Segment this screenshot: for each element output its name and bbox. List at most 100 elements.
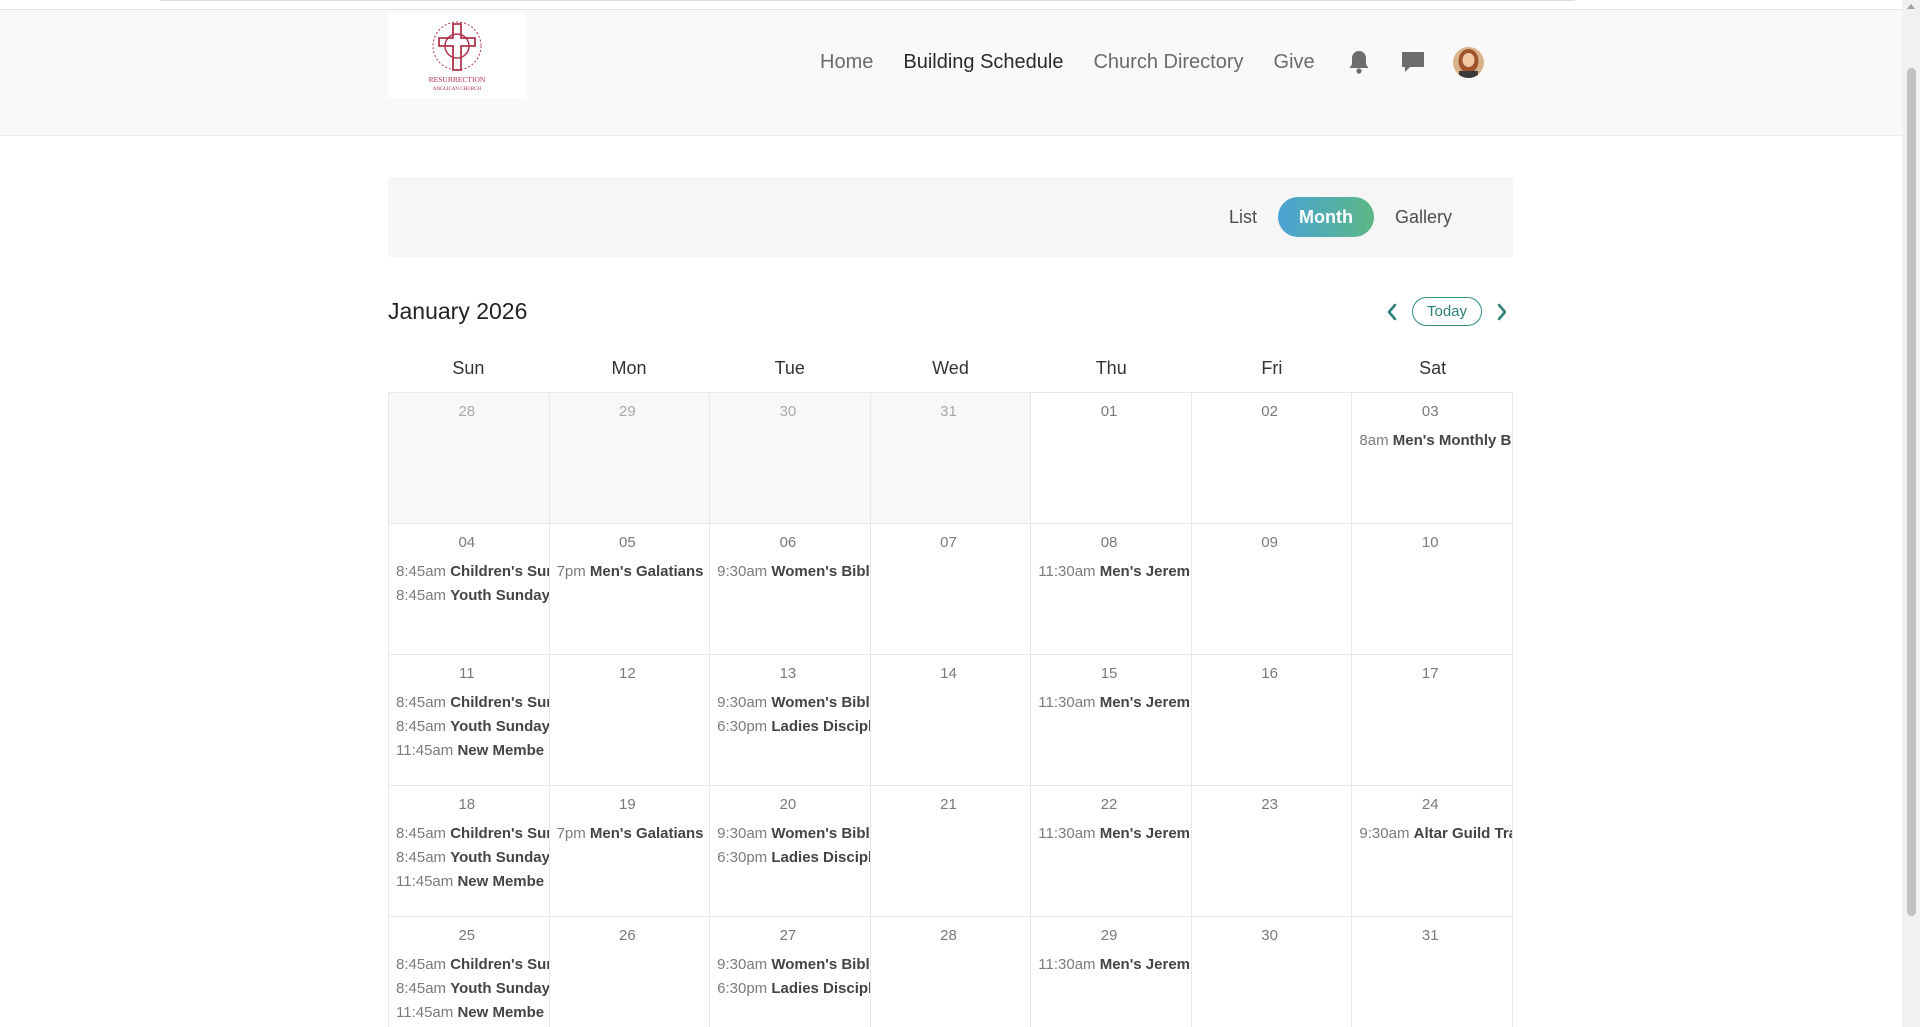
calendar-event[interactable]: 9:30am Women's Bibl	[710, 824, 870, 848]
calendar-event[interactable]: 7pm Men's Galatians	[550, 824, 710, 848]
day-cell[interactable]: 30	[1192, 917, 1353, 1027]
view-month-button[interactable]: Month	[1278, 197, 1374, 237]
nav-give[interactable]: Give	[1274, 51, 1315, 74]
day-number: 31	[1421, 927, 1439, 944]
day-number: 24	[1421, 796, 1439, 813]
day-cell[interactable]: 23	[1191, 786, 1353, 917]
calendar-event[interactable]: 8am Men's Monthly B	[1352, 431, 1512, 455]
calendar-event[interactable]: 8:45am Children's Sur	[389, 562, 549, 586]
view-gallery-button[interactable]: Gallery	[1374, 197, 1473, 237]
page-scrollbar[interactable]	[1902, 0, 1920, 1027]
day-number: 28	[940, 927, 957, 944]
chat-icon[interactable]	[1399, 48, 1427, 76]
day-number: 14	[940, 665, 957, 682]
calendar-event[interactable]: 6:30pm Ladies Discipl	[710, 848, 870, 872]
day-cell[interactable]: 13 9:30am Women's Bibl 6:30pm Ladies Disci…	[710, 655, 871, 786]
day-cell[interactable]: 10	[1352, 524, 1513, 655]
logo-text-line2: ANGLICAN CHURCH	[432, 87, 481, 92]
day-cell[interactable]: 19 7pm Men's Galatians	[549, 786, 711, 917]
view-list-button[interactable]: List	[1208, 197, 1278, 237]
weekday-label: Thu	[1095, 358, 1127, 378]
calendar-event[interactable]: 11:30am Men's Jerem	[1031, 824, 1191, 848]
day-cell[interactable]: 01	[1031, 393, 1192, 524]
calendar-event[interactable]: 11:30am Men's Jerem	[1031, 693, 1191, 717]
nav-building-schedule[interactable]: Building Schedule	[903, 51, 1063, 74]
day-cell[interactable]: 26	[550, 917, 711, 1027]
day-cell[interactable]: 06 9:30am Women's Bibl	[710, 524, 871, 655]
day-cell[interactable]: 07	[870, 524, 1032, 655]
day-cell[interactable]: 11 8:45am Children's Sur 8:45am Youth Sund…	[389, 655, 550, 786]
day-number: 21	[940, 796, 957, 813]
day-cell[interactable]: 09	[1191, 524, 1353, 655]
calendar-event[interactable]: 11:45am New Membe	[389, 872, 549, 896]
user-avatar[interactable]	[1452, 46, 1484, 78]
calendar-event[interactable]: 11:45am New Membe	[389, 1003, 549, 1027]
event-time: 8:45am	[396, 849, 447, 866]
day-cell[interactable]: 29 11:30am Men's Jerem	[1031, 917, 1192, 1027]
calendar-event[interactable]: 9:30am Women's Bibl	[710, 693, 870, 717]
day-number: 30	[1261, 927, 1278, 944]
event-time: 8:45am	[396, 563, 447, 580]
scrollbar-thumb[interactable]	[1907, 68, 1916, 916]
nav-church-directory[interactable]: Church Directory	[1093, 51, 1243, 74]
today-button[interactable]: Today	[1412, 297, 1483, 326]
day-cell[interactable]: 31	[1352, 917, 1513, 1027]
day-cell[interactable]: 08 11:30am Men's Jerem	[1031, 524, 1192, 655]
calendar-event[interactable]: 6:30pm Ladies Discipl	[710, 717, 870, 741]
bell-icon[interactable]	[1345, 48, 1373, 76]
day-number: 26	[619, 927, 636, 944]
calendar-event[interactable]: 8:45am Youth Sunday	[389, 586, 549, 610]
calendar-event[interactable]: 8:45am Youth Sunday	[389, 979, 549, 1003]
day-cell[interactable]: 20 9:30am Women's Bibl 6:30pm Ladies Disci…	[710, 786, 871, 917]
day-cell[interactable]: 25 8:45am Children's Sur 8:45am Youth Sund…	[389, 917, 550, 1027]
day-cell[interactable]: 17	[1352, 655, 1513, 786]
day-cell[interactable]: 29	[549, 393, 711, 524]
church-logo[interactable]: RESURRECTION ANGLICAN CHURCH	[388, 12, 525, 98]
calendar-event[interactable]: 11:30am Men's Jerem	[1031, 562, 1191, 586]
day-cell[interactable]: 16	[1191, 655, 1353, 786]
event-name: New Membe	[457, 873, 545, 890]
calendar-event[interactable]: 6:30pm Ladies Discipl	[710, 979, 870, 1003]
day-cell[interactable]: 05 7pm Men's Galatians	[549, 524, 711, 655]
day-number: 13	[779, 665, 797, 682]
calendar-event[interactable]: 8:45am Children's Sur	[389, 693, 549, 717]
day-number: 07	[940, 534, 957, 551]
event-time: 8:45am	[396, 718, 447, 735]
view-switcher: List Month Gallery	[388, 177, 1513, 257]
day-cell[interactable]: 30	[710, 393, 871, 524]
calendar-event[interactable]: 9:30am Women's Bibl	[710, 955, 870, 979]
day-cell[interactable]: 21	[870, 786, 1032, 917]
calendar-event[interactable]: 8:45am Youth Sunday	[389, 848, 549, 872]
calendar-event[interactable]: 8:45am Children's Sur	[389, 824, 549, 848]
scroll-up-icon[interactable]	[1907, 4, 1915, 9]
day-cell[interactable]: 22 11:30am Men's Jerem	[1031, 786, 1192, 917]
calendar-event[interactable]: 11:30am Men's Jerem	[1031, 955, 1191, 979]
prev-month-icon[interactable]	[1382, 299, 1402, 325]
day-cell[interactable]: 24 9:30am Altar Guild Tra	[1352, 786, 1513, 917]
day-cell[interactable]: 27 9:30am Women's Bibl 6:30pm Ladies Disci…	[710, 917, 871, 1027]
calendar-event[interactable]: 11:45am New Membe	[389, 741, 549, 765]
nav-home[interactable]: Home	[820, 51, 873, 74]
day-cell[interactable]: 14	[870, 655, 1032, 786]
day-cell[interactable]: 18 8:45am Children's Sur 8:45am Youth Sund…	[389, 786, 550, 917]
event-time: 9:30am	[1359, 825, 1410, 842]
day-cell[interactable]: 28	[389, 393, 550, 524]
calendar-event[interactable]: 7pm Men's Galatians	[550, 562, 710, 586]
event-time: 9:30am	[717, 563, 768, 580]
event-time: 8:45am	[396, 694, 447, 711]
next-month-icon[interactable]	[1492, 299, 1512, 325]
day-cell[interactable]: 28	[871, 917, 1032, 1027]
day-cell[interactable]: 31	[870, 393, 1032, 524]
event-name: New Membe	[457, 742, 545, 759]
calendar-event[interactable]: 9:30am Altar Guild Tra	[1352, 824, 1512, 848]
calendar-event[interactable]: 9:30am Women's Bibl	[710, 562, 870, 586]
event-time: 11:45am	[396, 742, 454, 759]
day-cell[interactable]: 03 8am Men's Monthly B	[1352, 393, 1513, 524]
day-cell[interactable]: 04 8:45am Children's Sur 8:45am Youth Sund…	[389, 524, 550, 655]
calendar-event[interactable]: 8:45am Children's Sur	[389, 955, 549, 979]
day-cell[interactable]: 02	[1191, 393, 1353, 524]
calendar-event[interactable]: 8:45am Youth Sunday	[389, 717, 549, 741]
day-cell[interactable]: 15 11:30am Men's Jerem	[1031, 655, 1192, 786]
day-cell[interactable]: 12	[549, 655, 711, 786]
day-number: 23	[1261, 796, 1278, 813]
